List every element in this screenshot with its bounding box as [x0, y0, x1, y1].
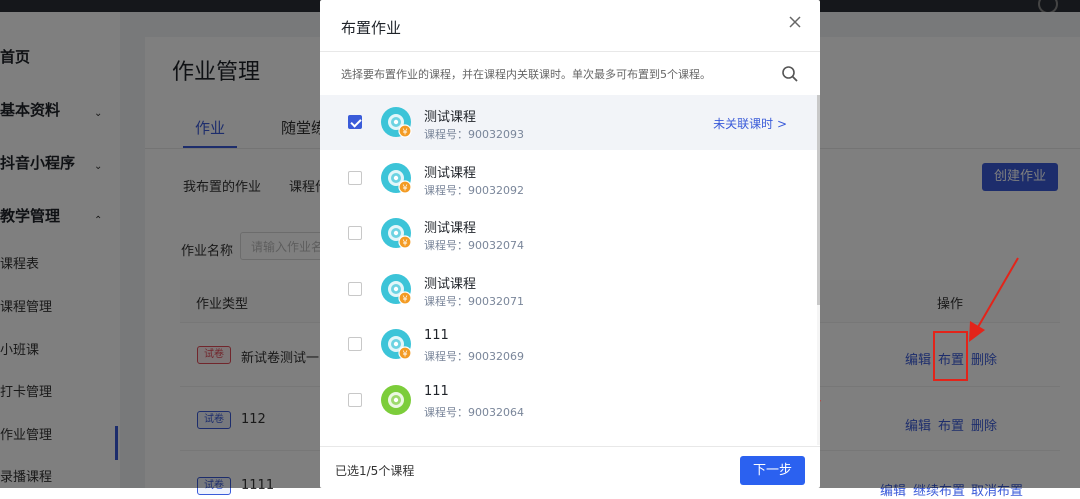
paid-badge-icon: ¥ [402, 183, 407, 192]
annotation-highlight-box [933, 331, 968, 381]
modal-header-divider [320, 51, 820, 52]
course-code: 课程号：90032092 [424, 183, 524, 197]
course-name: 111 [424, 328, 449, 343]
course-item[interactable]: ¥ 测试课程课程号：90032092 [320, 151, 817, 206]
course-checkbox[interactable] [348, 170, 362, 185]
search-icon[interactable] [781, 65, 799, 83]
paid-badge-icon: ¥ [402, 349, 407, 358]
course-item[interactable]: 111 课程号：90032064 [320, 373, 817, 428]
course-thumbnail-icon: ¥ [381, 162, 412, 194]
course-name: 测试课程 [424, 276, 477, 292]
course-checkbox[interactable] [348, 281, 362, 296]
course-code: 课程号：90032069 [424, 350, 524, 363]
course-thumbnail-icon [381, 384, 411, 415]
paid-badge-icon: ¥ [402, 238, 407, 247]
course-code: 课程号：90032074 [424, 239, 524, 252]
course-code: 课程号：90032071 [424, 294, 524, 308]
course-checkbox[interactable] [348, 115, 362, 129]
close-icon[interactable] [788, 15, 802, 29]
course-code: 课程号：90032093 [424, 128, 524, 141]
modal-hint: 选择要布置作业的课程，并在课程内关联课时。单次最多可布置到5个课程。 [341, 68, 711, 81]
course-name: 测试课程 [424, 110, 477, 125]
course-thumbnail-icon: ¥ [381, 329, 412, 360]
course-name: 测试课程 [424, 221, 477, 236]
course-thumbnail-icon: ¥ [381, 107, 412, 138]
course-item[interactable]: ¥ 测试课程课程号：90032093 未关联课时 > [320, 95, 817, 150]
course-name: 测试课程 [424, 165, 477, 181]
course-checkbox[interactable] [348, 226, 362, 240]
next-step-button[interactable]: 下一步 [740, 456, 805, 485]
assign-homework-modal: 布置作业 选择要布置作业的课程，并在课程内关联课时。单次最多可布置到5个课程。 … [320, 0, 820, 488]
scrollbar-thumb[interactable] [817, 95, 820, 305]
link-lesson-button[interactable]: 未关联课时 > [713, 115, 787, 132]
course-thumbnail-icon: ¥ [381, 218, 412, 249]
course-thumbnail-icon: ¥ [381, 273, 412, 305]
paid-badge-icon: ¥ [402, 127, 407, 136]
modal-title: 布置作业 [341, 19, 402, 37]
course-name: 111 [424, 383, 449, 399]
paid-badge-icon: ¥ [402, 294, 407, 303]
course-item[interactable]: ¥111 课程号：90032069 [320, 317, 817, 372]
course-code: 课程号：90032064 [424, 405, 524, 419]
course-checkbox[interactable] [348, 337, 362, 351]
course-item[interactable]: ¥ 测试课程课程号：90032071 [320, 262, 817, 317]
course-item[interactable]: ¥ 测试课程课程号：90032074 [320, 206, 817, 261]
selected-count: 已选1/5个课程 [335, 464, 415, 478]
modal-footer-divider [320, 446, 820, 447]
course-checkbox[interactable] [348, 392, 362, 407]
course-list: ¥ 测试课程 课程号：90032093 未关联课时 > ¥ 测试课程 课程号：9003209… [320, 95, 820, 445]
